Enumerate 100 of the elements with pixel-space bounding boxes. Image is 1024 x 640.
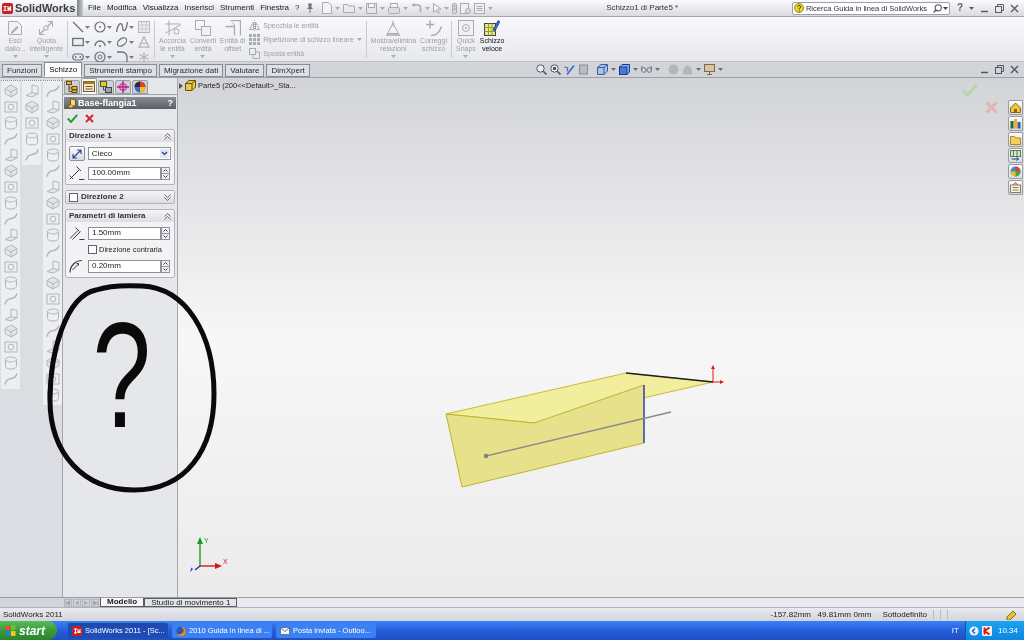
help-button[interactable]: ?: [956, 3, 963, 13]
panel-tab[interactable]: [81, 78, 97, 94]
back-arrow-icon[interactable]: [73, 598, 81, 607]
forward-arrow-icon[interactable]: [82, 598, 90, 607]
menu-item[interactable]: ?: [295, 4, 300, 12]
sphere-icon[interactable]: [667, 64, 679, 75]
tab[interactable]: Migrazione dati: [158, 64, 224, 77]
magnifier-box-icon[interactable]: [549, 64, 561, 75]
chevron-down-icon[interactable]: [164, 193, 171, 201]
checkbox[interactable]: [88, 245, 97, 254]
k-logo-icon[interactable]: [981, 625, 992, 636]
tab[interactable]: Funzioni: [2, 64, 43, 77]
shaded-cube-icon[interactable]: [618, 64, 630, 75]
box-icon[interactable]: [45, 356, 60, 370]
chevron-up-icon[interactable]: [164, 212, 171, 220]
traffic-light-icon[interactable]: [451, 2, 457, 14]
chevron-up-icon[interactable]: [164, 132, 171, 140]
panel-tab[interactable]: [132, 80, 148, 94]
section-header[interactable]: Direzione 2: [66, 191, 174, 203]
cancel-icon[interactable]: [85, 114, 94, 123]
menu-item[interactable]: Strumenti: [219, 4, 255, 12]
line-icon[interactable]: [72, 21, 85, 33]
printer-icon[interactable]: [387, 2, 400, 14]
menu-item[interactable]: Visualizza: [142, 4, 179, 12]
task-pane-tab[interactable]: [1008, 180, 1023, 195]
restore-icon[interactable]: [995, 3, 1004, 13]
task-pane-tab[interactable]: [1008, 148, 1023, 163]
close-icon[interactable]: [1010, 3, 1019, 13]
search-icon[interactable]: [932, 3, 942, 13]
restore-icon[interactable]: [995, 65, 1004, 74]
confirm-check-icon[interactable]: [962, 83, 978, 96]
menu-item[interactable]: Modifica: [106, 4, 137, 12]
logo-badge-icon: [2, 2, 13, 14]
number-field[interactable]: 100.00mm: [88, 166, 161, 180]
tab[interactable]: DimXpert: [266, 64, 310, 77]
tab[interactable]: Valutare: [225, 64, 265, 77]
spline-icon[interactable]: [116, 21, 129, 33]
check-icon[interactable]: [67, 114, 78, 123]
spinner-arrows-icon[interactable]: [161, 259, 170, 273]
slot-icon[interactable]: [72, 51, 85, 63]
chevron-left-icon[interactable]: [968, 625, 979, 636]
circle-dot-icon[interactable]: [94, 51, 107, 63]
help-button[interactable]: ?: [167, 98, 174, 108]
menu-item[interactable]: Inserisci: [184, 4, 214, 12]
glasses-icon[interactable]: [640, 64, 652, 75]
direction-button[interactable]: [69, 146, 85, 161]
section-header[interactable]: Parametri di lamiera: [66, 210, 174, 222]
panel-tab[interactable]: [98, 80, 114, 94]
curve-icon[interactable]: [45, 324, 60, 338]
hole-icon[interactable]: [45, 372, 60, 386]
start-button[interactable]: start: [0, 621, 57, 640]
x-coordinate: -157.82mm: [770, 610, 812, 619]
checkbox[interactable]: [69, 192, 78, 202]
caret-icon[interactable]: [969, 6, 974, 10]
grid-square-icon[interactable]: [138, 21, 151, 33]
cylinder-icon[interactable]: [45, 388, 60, 402]
bent-sheet-icon[interactable]: [45, 340, 60, 354]
close-icon[interactable]: [1010, 65, 1019, 74]
ellipse-icon[interactable]: [116, 36, 129, 48]
logo-separator: [77, 0, 83, 16]
section-header[interactable]: Direzione 1: [66, 130, 174, 142]
number-field[interactable]: 1.50mm: [88, 226, 161, 240]
panel-tab[interactable]: [64, 80, 80, 94]
list-page-icon[interactable]: [473, 2, 485, 14]
folder-icon[interactable]: [342, 3, 355, 13]
undo-icon[interactable]: [410, 3, 422, 13]
spinner-arrows-icon[interactable]: [161, 226, 170, 240]
first-arrow-icon[interactable]: [64, 598, 72, 607]
task-pane-tab[interactable]: [1008, 132, 1023, 147]
task-pane-tab[interactable]: [1008, 164, 1023, 179]
triangle-icon[interactable]: [138, 36, 151, 48]
asterisk-icon[interactable]: [138, 51, 151, 63]
pen-arrow-icon[interactable]: [563, 64, 575, 75]
dropdown[interactable]: Cieco: [87, 147, 171, 160]
expand-arrow-icon[interactable]: [179, 82, 183, 89]
pin-icon[interactable]: [305, 3, 314, 13]
spinner-arrows-icon[interactable]: [161, 166, 170, 180]
block-icon[interactable]: [577, 64, 589, 75]
menu-item[interactable]: File: [88, 4, 101, 12]
caret-icon[interactable]: [942, 6, 948, 10]
tab[interactable]: Strumenti stampo: [84, 64, 157, 77]
dropdown-arrow-icon[interactable]: [160, 149, 169, 158]
number-field[interactable]: 0.20mm: [88, 259, 161, 273]
tab[interactable]: Schizzo: [44, 62, 83, 77]
page-icon[interactable]: [321, 2, 332, 14]
cursor-icon[interactable]: [432, 2, 441, 14]
sketch-status: Sottodefinito: [882, 610, 927, 619]
monitor-icon[interactable]: [703, 64, 715, 75]
task-pane-tab[interactable]: [1008, 116, 1023, 131]
last-arrow-icon[interactable]: [91, 598, 99, 607]
magnifier-icon[interactable]: [535, 64, 547, 75]
rectangle-icon[interactable]: [72, 36, 85, 48]
task-pane-tab[interactable]: [1008, 100, 1023, 115]
confirm-cancel-icon[interactable]: [985, 101, 998, 114]
cube-icon[interactable]: [596, 64, 608, 75]
corner-curve-icon[interactable]: [116, 51, 129, 63]
menu-item[interactable]: Finestra: [260, 4, 290, 12]
language-indicator[interactable]: IT: [951, 626, 959, 635]
app-version: SolidWorks 2011: [3, 610, 63, 619]
circle-icon[interactable]: [94, 21, 107, 33]
